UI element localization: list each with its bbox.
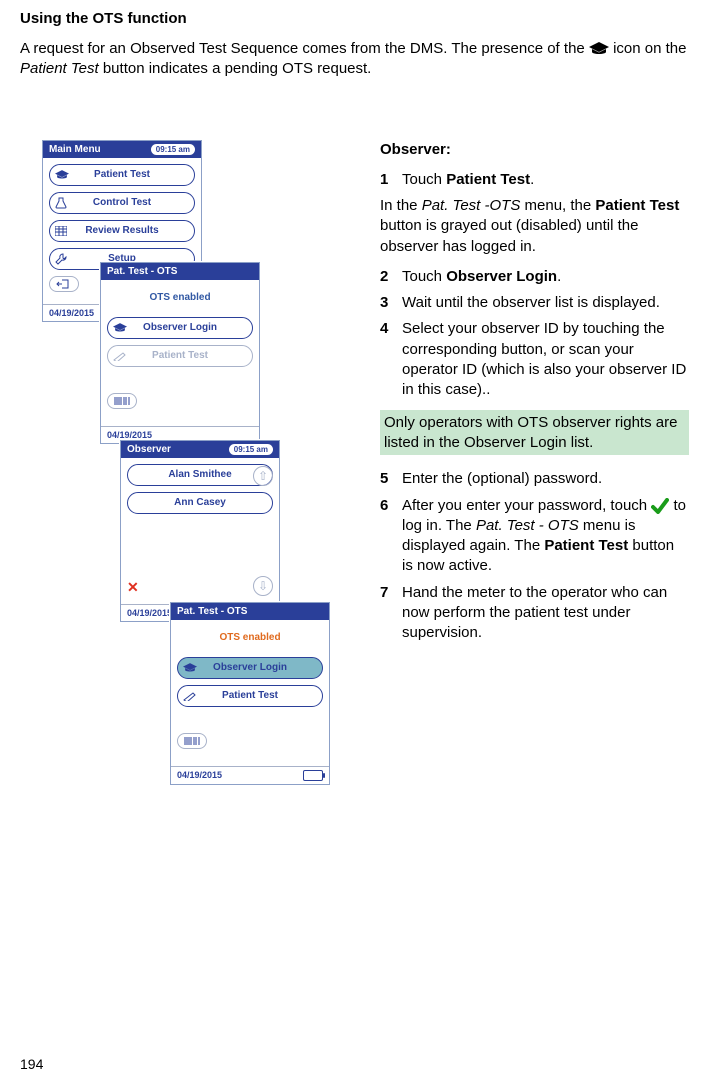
after-s1-bold: Patient Test — [595, 197, 679, 214]
screen2-ots-label: OTS enabled — [107, 292, 253, 303]
observer-heading: Observer: — [380, 141, 451, 158]
step-3-num: 3 — [380, 293, 402, 313]
observer-item-0-label: Alan Smithee — [168, 469, 231, 480]
section-heading: Using the OTS function — [20, 10, 689, 27]
strip-icon — [113, 351, 127, 361]
step-5-num: 5 — [380, 469, 402, 489]
step-6: 6 After you enter your password, touch t… — [380, 496, 689, 577]
page-number: 194 — [20, 1056, 43, 1072]
logout-button[interactable] — [49, 276, 79, 292]
step-2: 2 Touch Observer Login. — [380, 267, 689, 287]
graduation-cap-icon — [183, 663, 197, 673]
step-1-text-b: . — [530, 171, 534, 188]
screen1-item-2: Review Results — [85, 225, 158, 236]
step-2-num: 2 — [380, 267, 402, 287]
intro-paragraph: A request for an Observed Test Sequence … — [20, 39, 689, 80]
barcode-button[interactable] — [107, 393, 137, 409]
step-4-num: 4 — [380, 319, 402, 400]
intro-text-3: button indicates a pending OTS request. — [103, 60, 372, 77]
step-5-text: Enter the (optional) password. — [402, 469, 689, 489]
screen4-patient-test: Patient Test — [222, 690, 278, 701]
scroll-up-button[interactable]: ⇧ — [253, 466, 273, 486]
screen4-ots-label: OTS enabled — [177, 632, 323, 643]
step-1-bold: Patient Test — [446, 171, 530, 188]
after-s1-c: button is grayed out (disabled) until th… — [380, 217, 639, 254]
screen1-title: Main Menu — [49, 144, 101, 155]
step-5: 5 Enter the (optional) password. — [380, 469, 689, 489]
step-6-italic: Pat. Test - OTS — [476, 517, 579, 534]
checkmark-icon — [651, 498, 669, 514]
screen1-item-1: Control Test — [93, 197, 151, 208]
step-6-text-a: After you enter your password, touch — [402, 497, 651, 514]
after-s1-b: menu, the — [520, 197, 595, 214]
step-1-num: 1 — [380, 170, 402, 190]
intro-button-ref: Patient Test — [20, 60, 99, 77]
screen1-time: 09:15 am — [151, 144, 195, 155]
screen2-title: Pat. Test - OTS — [107, 266, 177, 277]
cancel-button[interactable]: ✕ — [127, 579, 139, 596]
barcode-button[interactable] — [177, 733, 207, 749]
step-4: 4 Select your observer ID by touching th… — [380, 319, 689, 400]
btn-control-test[interactable]: Control Test — [49, 192, 195, 214]
screen4-observer-login: Observer Login — [213, 662, 287, 673]
step-6-num: 6 — [380, 496, 402, 577]
graduation-cap-icon — [113, 323, 127, 333]
step-2-bold: Observer Login — [446, 268, 557, 285]
btn-observer-login-disabled[interactable]: Observer Login — [107, 317, 253, 339]
screen1-item-0: Patient Test — [94, 169, 150, 180]
after-s1-italic: Pat. Test -OTS — [422, 197, 521, 214]
intro-text-2: icon on the — [613, 40, 686, 57]
screen3-time: 09:15 am — [229, 444, 273, 455]
graduation-cap-icon — [589, 42, 609, 56]
btn-patient-test-disabled: Patient Test — [107, 345, 253, 367]
screen2-patient-test: Patient Test — [152, 350, 208, 361]
step-1: 1 Touch Patient Test. — [380, 170, 689, 190]
observer-item-1[interactable]: Ann Casey — [127, 492, 273, 514]
step-1-text-a: Touch — [402, 171, 446, 188]
screen2-date: 04/19/2015 — [107, 430, 152, 440]
screen4-title: Pat. Test - OTS — [177, 606, 247, 617]
step-2-text-b: . — [557, 268, 561, 285]
screen-pat-test-ots-1: Pat. Test - OTS OTS enabled Observer Log… — [100, 262, 260, 444]
instructions-column: Observer: 1 Touch Patient Test. In the P… — [380, 140, 689, 650]
screen4-date: 04/19/2015 — [177, 770, 222, 780]
logout-icon — [56, 279, 72, 289]
screen-observer-list: Observer 09:15 am Alan Smithee Ann Casey… — [120, 440, 280, 622]
screen3-title: Observer — [127, 444, 171, 455]
screen2-observer-login: Observer Login — [143, 322, 217, 333]
observer-item-1-label: Ann Casey — [174, 497, 226, 508]
step-2-text-a: Touch — [402, 268, 446, 285]
step-6-bold: Patient Test — [544, 537, 628, 554]
wrench-icon — [55, 253, 67, 265]
observer-item-0[interactable]: Alan Smithee — [127, 464, 273, 486]
screen1-date: 04/19/2015 — [49, 308, 94, 318]
after-step1-para: In the Pat. Test -OTS menu, the Patient … — [380, 196, 689, 257]
intro-text-1: A request for an Observed Test Sequence … — [20, 40, 589, 57]
screen3-date: 04/19/2015 — [127, 608, 172, 618]
screens-figure: Main Menu 09:15 am Patient Test Control … — [20, 140, 360, 820]
after-s1-a: In the — [380, 197, 422, 214]
barcode-icon — [114, 396, 130, 406]
table-icon — [55, 226, 67, 236]
btn-review-results[interactable]: Review Results — [49, 220, 195, 242]
screen-pat-test-ots-2: Pat. Test - OTS OTS enabled Observer Log… — [170, 602, 330, 785]
btn-patient-test[interactable]: Patient Test — [49, 164, 195, 186]
step-7-text: Hand the meter to the operator who can n… — [402, 583, 689, 644]
step-7-num: 7 — [380, 583, 402, 644]
step-4-text: Select your observer ID by touching the … — [402, 319, 689, 400]
step-3: 3 Wait until the observer list is displa… — [380, 293, 689, 313]
flask-icon — [55, 197, 67, 209]
battery-icon — [303, 770, 323, 781]
btn-patient-test-enabled[interactable]: Patient Test — [177, 685, 323, 707]
scroll-down-button[interactable]: ⇩ — [253, 576, 273, 596]
step-7: 7 Hand the meter to the operator who can… — [380, 583, 689, 644]
note-box: Only operators with OTS observer rights … — [380, 410, 689, 455]
barcode-icon — [184, 736, 200, 746]
graduation-cap-icon — [55, 170, 69, 180]
step-3-text: Wait until the observer list is displaye… — [402, 293, 689, 313]
strip-icon — [183, 691, 197, 701]
btn-observer-login-active[interactable]: Observer Login — [177, 657, 323, 679]
